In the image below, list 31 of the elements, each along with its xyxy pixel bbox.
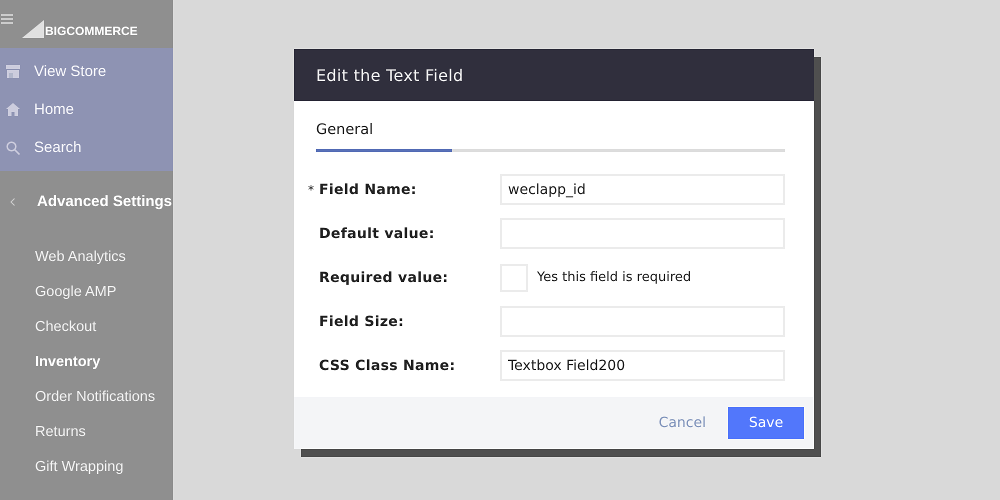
dialog-title: Edit the Text Field [316, 66, 464, 84]
search-icon [6, 140, 20, 155]
field-label: Required value: [318, 270, 448, 286]
field-label: Field Size: [318, 314, 404, 330]
save-button[interactable]: Save [728, 407, 804, 439]
sidebar-item[interactable]: Google AMP [35, 283, 173, 302]
sidebar-item[interactable]: Gift Wrapping [35, 458, 173, 477]
tab[interactable]: General [316, 122, 374, 138]
logo-text: BIGCOMMERCE [45, 24, 138, 38]
sidebar-item[interactable]: Checkout [35, 318, 173, 337]
field-label: Field Name: [318, 182, 417, 198]
store-icon [6, 64, 20, 78]
checkbox-label: Yes this field is required [537, 270, 692, 285]
cancel-button[interactable]: Cancel [652, 414, 712, 432]
sidebar-item[interactable]: Inventory [35, 353, 173, 372]
input-field[interactable]: Textbox Field200 [500, 350, 785, 381]
section-title: Advanced Settings [37, 193, 172, 210]
quick-link[interactable]: Search [34, 139, 82, 156]
home-icon [6, 102, 20, 116]
menu-icon[interactable] [1, 14, 13, 24]
quick-link[interactable]: View Store [34, 62, 106, 80]
input-field[interactable]: weclapp_id [500, 174, 785, 205]
logo-icon [22, 20, 44, 38]
quick-link[interactable]: Home [34, 100, 74, 118]
field-label: Default value: [318, 226, 435, 242]
sidebar-item[interactable]: Order Notifications [35, 388, 173, 407]
required-marker: * [308, 182, 315, 196]
sidebar-item[interactable]: Returns [35, 423, 173, 442]
sidebar-item[interactable]: Web Analytics [35, 248, 173, 267]
back-chevron-icon[interactable] [10, 198, 15, 206]
field-label: CSS Class Name: [318, 358, 456, 374]
